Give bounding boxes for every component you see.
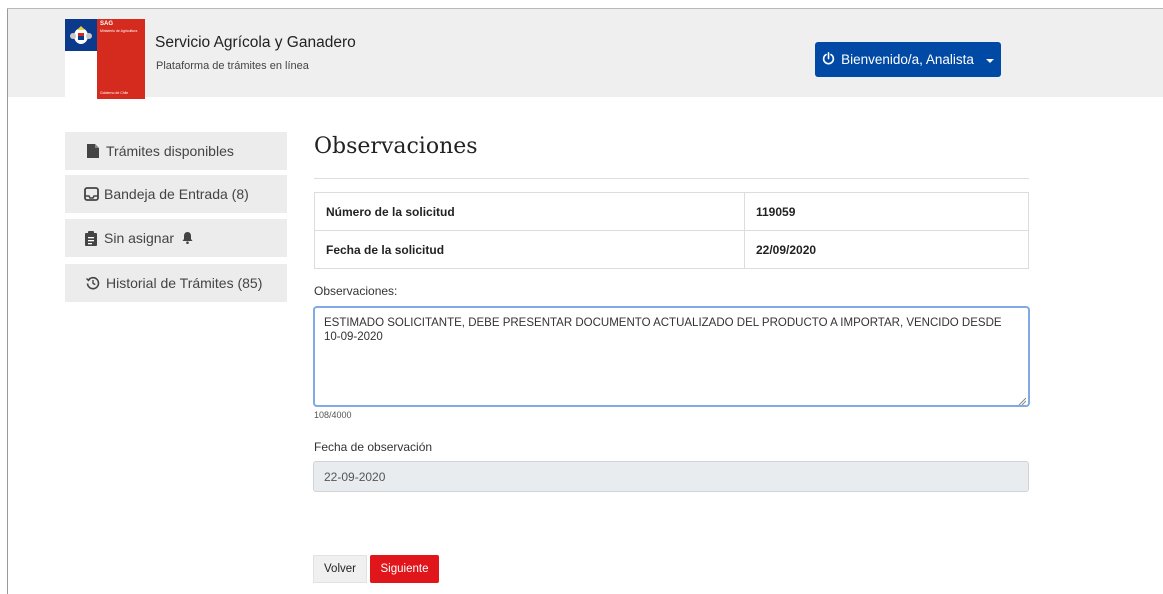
- user-menu-button[interactable]: Bienvenido/a, Analista: [815, 42, 1001, 77]
- resize-handle-icon[interactable]: [1018, 395, 1027, 406]
- logo-government-text: Gobierno de Chile: [100, 91, 129, 95]
- sidebar-item-sin-asignar[interactable]: Sin asignar: [65, 219, 287, 257]
- observation-date-label: Fecha de observación: [314, 440, 433, 454]
- sidebar-item-label: Historial de Trámites (85): [106, 275, 263, 291]
- clipboard-icon: [83, 230, 99, 246]
- sidebar-item-tramites-disponibles[interactable]: Trámites disponibles: [65, 132, 287, 170]
- power-icon: [822, 51, 835, 68]
- coat-of-arms-icon: [67, 21, 95, 49]
- observation-date-field: 22-09-2020: [313, 461, 1029, 492]
- file-icon: [85, 143, 101, 159]
- site-header: SAG Ministerio de Agricultura Gobierno d…: [8, 9, 1163, 99]
- inbox-icon: [83, 186, 99, 202]
- logo-white-block: [65, 51, 97, 99]
- history-icon: [85, 275, 101, 291]
- table-row: Fecha de la solicitud 22/09/2020: [314, 230, 1029, 269]
- sidebar-item-label: Sin asignar: [104, 230, 175, 246]
- table-row: Número de la solicitud 119059: [314, 192, 1029, 231]
- observations-textarea[interactable]: ESTIMADO SOLICITANTE, DEBE PRESENTAR DOC…: [313, 306, 1030, 407]
- request-info-table: Número de la solicitud 119059 Fecha de l…: [314, 192, 1029, 269]
- sidebar-item-bandeja-entrada[interactable]: Bandeja de Entrada (8): [65, 175, 287, 213]
- org-title: Servicio Agrícola y Ganadero: [155, 34, 356, 51]
- sidebar-item-label: Bandeja de Entrada (8): [104, 186, 249, 202]
- bell-icon: [179, 230, 195, 246]
- observations-label: Observaciones:: [314, 284, 398, 298]
- user-menu-label: Bienvenido/a, Analista: [841, 52, 974, 67]
- char-counter: 108/4000: [314, 410, 352, 420]
- logo-ministry-text: Ministerio de Agricultura: [100, 29, 138, 33]
- title-divider: [314, 178, 1029, 179]
- sag-logo[interactable]: SAG Ministerio de Agricultura Gobierno d…: [65, 19, 145, 99]
- request-date-value: 22/09/2020: [744, 230, 1029, 269]
- org-subtitle: Plataforma de trámites en línea: [156, 60, 309, 72]
- sidebar-item-historial[interactable]: Historial de Trámites (85): [65, 264, 287, 302]
- request-number-value: 119059: [744, 192, 1029, 231]
- logo-sag-text: SAG: [100, 21, 114, 27]
- request-number-label: Número de la solicitud: [314, 192, 745, 231]
- next-button[interactable]: Siguiente: [370, 555, 439, 583]
- page-title: Observaciones: [314, 134, 478, 159]
- back-button[interactable]: Volver: [313, 555, 367, 583]
- request-date-label: Fecha de la solicitud: [314, 230, 745, 269]
- chevron-down-icon: [985, 58, 994, 63]
- sidebar-item-label: Trámites disponibles: [106, 143, 234, 159]
- observations-text: ESTIMADO SOLICITANTE, DEBE PRESENTAR DOC…: [324, 317, 1002, 343]
